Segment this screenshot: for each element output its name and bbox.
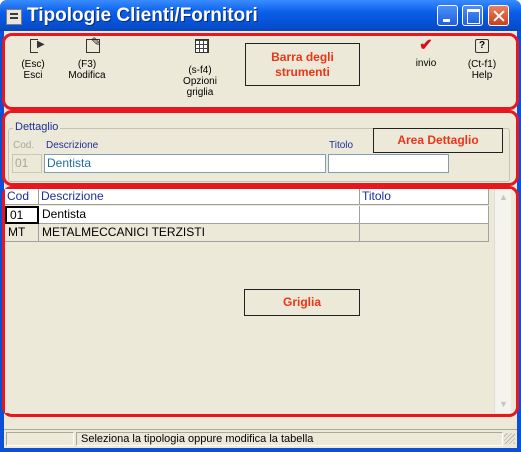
titolo-label: Titolo bbox=[329, 140, 354, 151]
grid-header-descrizione[interactable]: Descrizione bbox=[39, 189, 360, 205]
grid-vertical-scrollbar[interactable]: ▲ ▼ bbox=[494, 189, 511, 413]
send-label: invio bbox=[415, 58, 437, 69]
toolbar-annotation-label: Barra degli strumenti bbox=[245, 43, 360, 86]
edit-button[interactable]: (F3) Modifica bbox=[64, 37, 110, 81]
exit-key-label: (Esc) bbox=[21, 59, 45, 70]
status-bar: Seleziona la tipologia oppure modifica l… bbox=[4, 429, 517, 446]
grid-cell-titolo[interactable] bbox=[360, 224, 489, 242]
cod-label: Cod. bbox=[13, 140, 35, 151]
detail-group-label: Dettaglio bbox=[13, 121, 61, 133]
grid-cell-cod[interactable]: MT bbox=[5, 224, 39, 242]
titolo-field[interactable] bbox=[328, 154, 449, 173]
window-client-area: (Esc) Esci (F3) Modifica (s-f4) Opzioni … bbox=[2, 31, 519, 448]
checkmark-icon: ✔ bbox=[419, 37, 433, 54]
toolbar-annotation-line-1: Barra degli bbox=[271, 50, 334, 64]
edit-label: Modifica bbox=[68, 70, 106, 81]
exit-button[interactable]: (Esc) Esci bbox=[14, 39, 52, 81]
grid-header-titolo[interactable]: Titolo bbox=[360, 189, 489, 205]
grid-key-label: (s-f4) bbox=[188, 65, 212, 76]
grid-annotation-label: Griglia bbox=[244, 289, 360, 316]
grid-cell-cod[interactable]: 01 bbox=[5, 206, 39, 224]
status-message: Seleziona la tipologia oppure modifica l… bbox=[76, 432, 503, 446]
scroll-down-icon[interactable]: ▼ bbox=[496, 397, 511, 412]
status-panel-left bbox=[6, 432, 74, 446]
grid-options-button[interactable]: (s-f4) Opzioni griglia bbox=[178, 39, 222, 98]
exit-icon bbox=[30, 39, 45, 53]
title-bar[interactable]: Tipologie Clienti/Fornitori bbox=[0, 0, 521, 31]
cod-field: 01 bbox=[12, 154, 42, 173]
app-window: Tipologie Clienti/Fornitori (Esc) Esci (… bbox=[0, 0, 521, 452]
descrizione-field[interactable]: Dentista bbox=[44, 154, 326, 173]
toolbar-annotation-line-2: strumenti bbox=[275, 65, 330, 79]
help-icon: ? bbox=[475, 39, 489, 53]
grid-options-icon bbox=[195, 39, 209, 53]
edit-key-label: (F3) bbox=[77, 59, 97, 70]
grid-cell-descrizione[interactable]: Dentista bbox=[39, 206, 360, 224]
detail-annotation-label: Area Dettaglio bbox=[373, 128, 503, 153]
window-title: Tipologie Clienti/Fornitori bbox=[27, 5, 258, 26]
grid-label-1: Opzioni bbox=[183, 76, 217, 87]
scroll-up-icon[interactable]: ▲ bbox=[496, 190, 511, 205]
resize-grip-icon[interactable] bbox=[504, 433, 515, 444]
maximize-button[interactable] bbox=[462, 5, 483, 26]
grid-cell-titolo[interactable] bbox=[360, 206, 489, 224]
exit-label: Esci bbox=[23, 70, 43, 81]
help-button[interactable]: ? (Ct-f1) Help bbox=[460, 39, 504, 81]
descrizione-label: Descrizione bbox=[46, 140, 99, 151]
grid-label-2: griglia bbox=[186, 87, 214, 98]
edit-icon bbox=[86, 37, 101, 53]
grid-cell-descrizione[interactable]: METALMECCANICI TERZISTI bbox=[39, 224, 360, 242]
app-icon[interactable] bbox=[6, 9, 22, 25]
close-button[interactable] bbox=[488, 5, 509, 26]
send-button[interactable]: ✔ invio bbox=[408, 37, 444, 70]
minimize-button[interactable] bbox=[437, 5, 458, 26]
grid-header-cod[interactable]: Cod bbox=[5, 189, 39, 205]
help-label: Help bbox=[471, 70, 493, 81]
help-key-label: (Ct-f1) bbox=[467, 59, 497, 70]
